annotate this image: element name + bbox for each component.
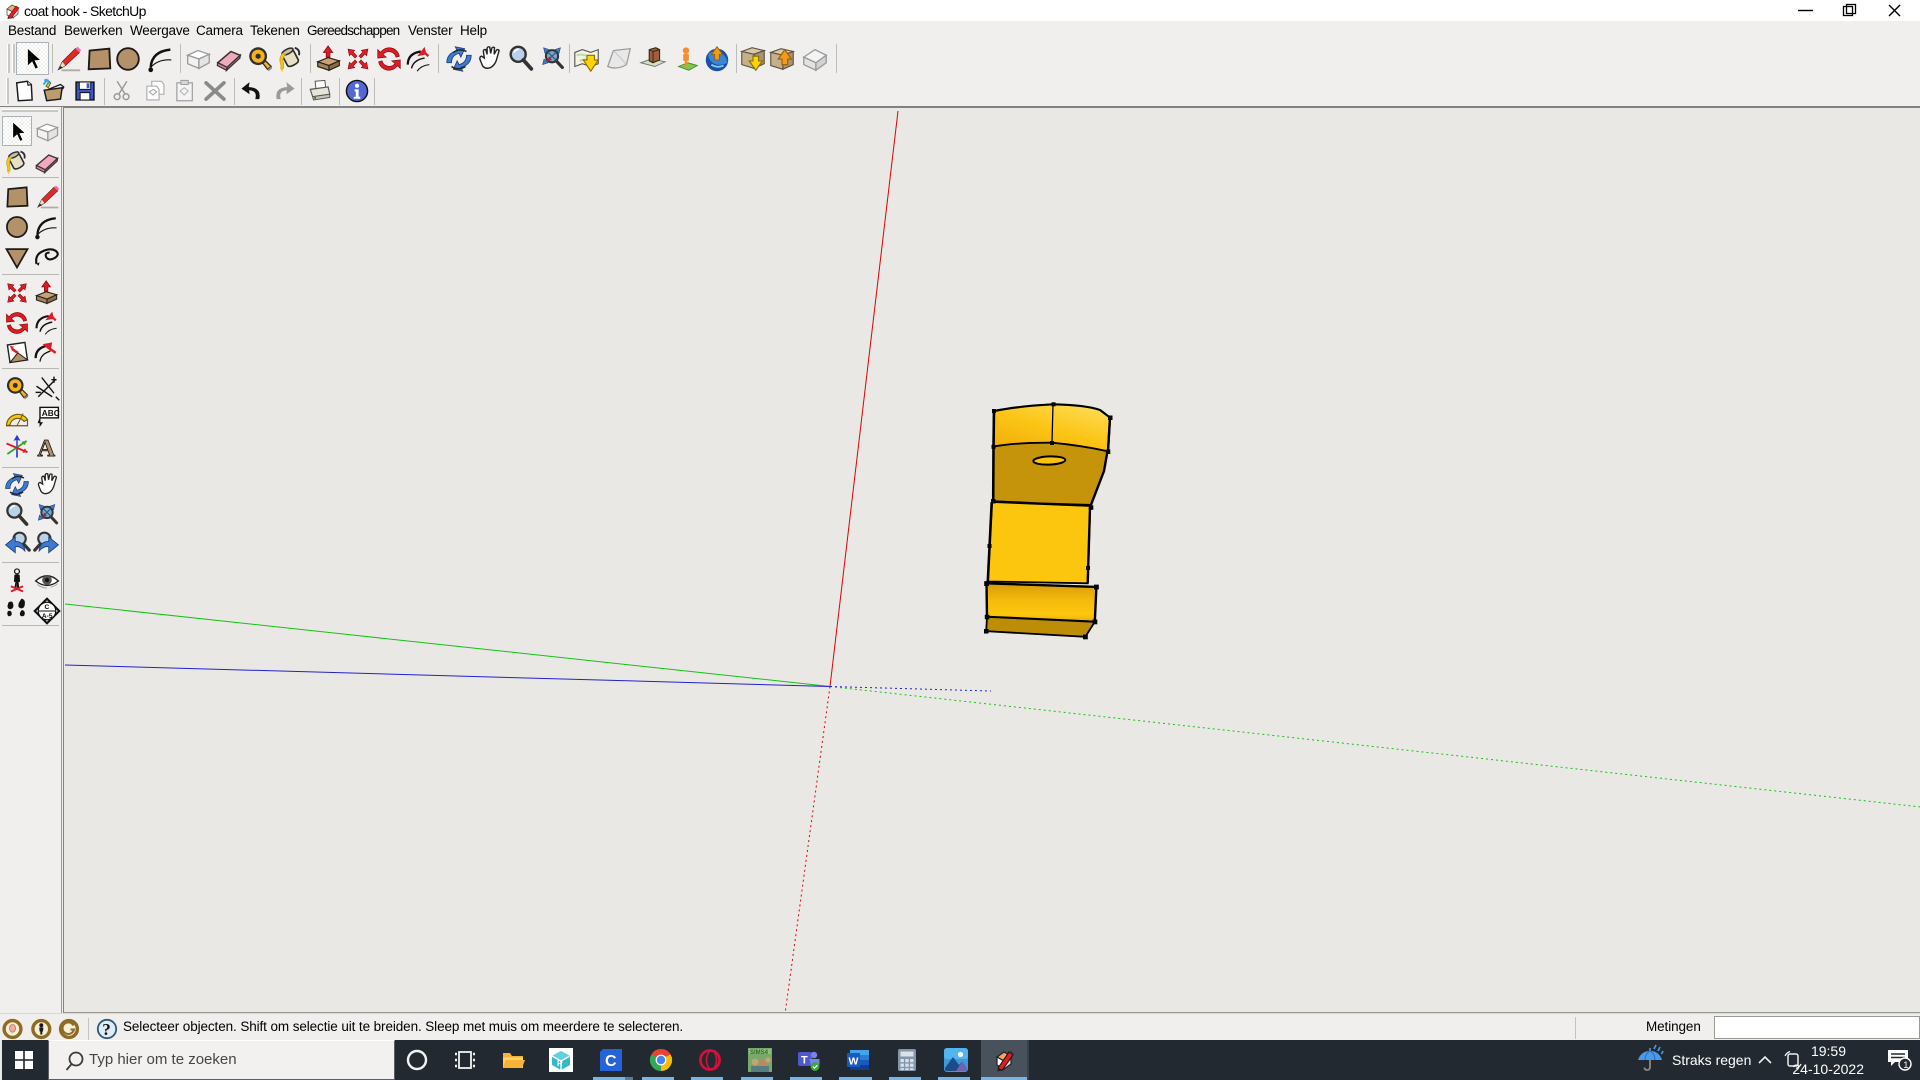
svg-text:R: R <box>557 1059 563 1068</box>
svg-text:W: W <box>849 1056 859 1068</box>
svg-text:SIMS4: SIMS4 <box>750 1050 769 1056</box>
svg-text:1: 1 <box>1903 1060 1908 1071</box>
svg-text:T: T <box>801 1055 808 1067</box>
svg-text:?: ? <box>102 1020 110 1039</box>
svg-text:C: C <box>605 1053 617 1070</box>
